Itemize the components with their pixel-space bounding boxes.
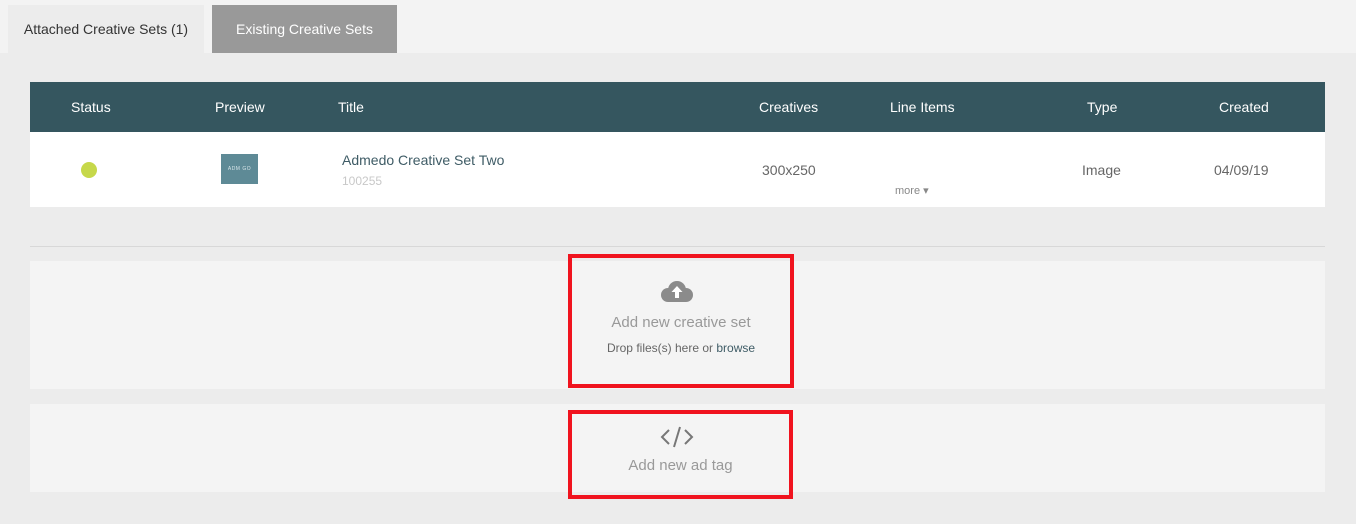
line-items-more-link[interactable]: more ▾: [895, 184, 929, 197]
column-header-preview: Preview: [215, 99, 265, 115]
column-header-line-items[interactable]: Line Items: [890, 82, 955, 132]
add-ad-tag-title: Add new ad tag: [628, 457, 733, 474]
browse-link[interactable]: browse: [716, 341, 755, 355]
section-divider: [30, 246, 1325, 247]
created-date: 04/09/19: [1214, 162, 1269, 178]
column-header-title[interactable]: Title: [338, 82, 364, 132]
status-indicator: [81, 162, 97, 178]
creative-preview-thumbnail[interactable]: ADM GO: [221, 154, 258, 184]
tab-attached-creative-sets[interactable]: Attached Creative Sets (1): [8, 5, 204, 53]
table-row[interactable]: ADM GO Admedo Creative Set Two 100255 30…: [30, 132, 1325, 207]
column-header-creatives[interactable]: Creatives: [759, 82, 818, 132]
drop-files-label: Drop files(s) here or: [606, 341, 717, 355]
column-header-created[interactable]: Created: [1219, 82, 1269, 132]
creative-type: Image: [1082, 162, 1121, 178]
code-icon: [660, 426, 694, 448]
tab-bar: Attached Creative Sets (1) Existing Crea…: [0, 5, 1356, 53]
tab-existing-creative-sets[interactable]: Existing Creative Sets: [212, 5, 397, 53]
creatives-size: 300x250: [762, 162, 816, 178]
creative-set-id: 100255: [342, 174, 383, 188]
add-creative-set-title: Add new creative set: [611, 314, 751, 331]
column-header-status[interactable]: Status: [71, 82, 111, 132]
column-header-type[interactable]: Type: [1087, 82, 1117, 132]
table-header: Status Preview Title Creatives Line Item…: [30, 82, 1325, 132]
drop-files-text: Drop files(s) here or browse: [568, 341, 794, 355]
cloud-upload-icon: [661, 281, 693, 302]
creative-set-title-link[interactable]: Admedo Creative Set Two: [342, 152, 504, 168]
